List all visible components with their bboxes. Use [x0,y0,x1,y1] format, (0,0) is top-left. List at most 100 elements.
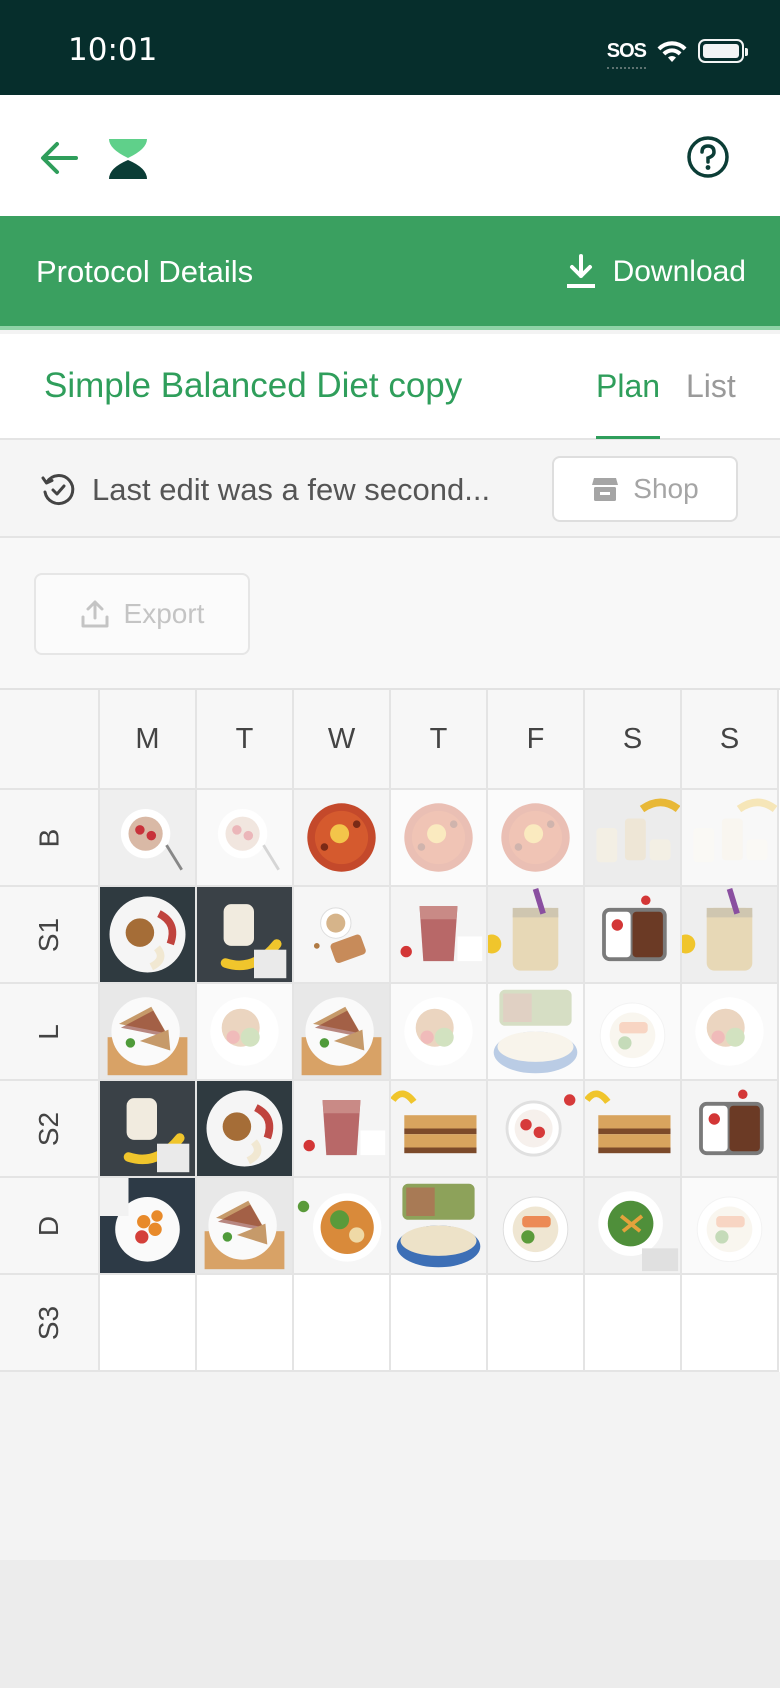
meal-photo [585,790,680,885]
meal-cell[interactable] [294,887,391,984]
meal-row-label-text: S1 [33,917,64,952]
day-header: W [294,690,391,790]
day-header: F [488,690,585,790]
meal-row-label-text: B [33,828,64,847]
meal-cell[interactable] [682,1081,779,1178]
meal-cell[interactable] [488,1081,585,1178]
meal-cell[interactable] [391,887,488,984]
meal-photo [391,887,486,982]
meal-photo [294,790,389,885]
meal-cell[interactable] [585,1178,682,1275]
meal-photo [682,790,777,885]
meal-photo [294,984,389,1079]
meal-cell[interactable] [488,984,585,1081]
day-header: S [682,690,779,790]
meal-photo [488,887,583,982]
meal-photo [682,887,777,982]
arrow-left-icon[interactable] [36,135,82,181]
meal-cell[interactable] [682,984,779,1081]
meal-cell[interactable] [488,1178,585,1275]
empty-meal-cell[interactable] [488,1275,585,1372]
empty-meal-cell[interactable] [294,1275,391,1372]
meal-cell[interactable] [294,1178,391,1275]
day-header: T [197,690,294,790]
meal-photo [585,984,680,1079]
meal-cell[interactable] [391,1178,488,1275]
shop-label: Shop [633,473,699,504]
meal-photo [100,984,195,1079]
active-tab-indicator [596,436,660,439]
meal-cell[interactable] [100,1178,197,1275]
empty-meal-cell[interactable] [100,1275,197,1372]
store-icon [592,478,619,501]
meal-cell[interactable] [197,1178,294,1275]
upload-icon [81,600,109,628]
day-header: T [391,690,488,790]
meal-cell[interactable] [100,790,197,887]
meal-cell[interactable] [391,790,488,887]
export-button[interactable]: Export [34,573,250,655]
meal-cell[interactable] [682,887,779,984]
meal-photo [488,984,583,1079]
meal-photo [391,790,486,885]
battery-icon [698,39,748,63]
export-area: Export [0,538,780,688]
meal-photo [682,1081,777,1176]
diet-title-row: Simple Balanced Diet copy Plan List [0,334,780,440]
meal-cell[interactable] [197,984,294,1081]
meal-photo [100,1178,195,1273]
meal-photo [585,887,680,982]
meal-row-label: S3 [0,1275,100,1372]
bottom-bar-area [0,1560,780,1688]
help-circle-icon[interactable] [686,135,730,179]
meal-cell[interactable] [294,984,391,1081]
meal-cell[interactable] [391,984,488,1081]
meal-cell[interactable] [488,887,585,984]
empty-meal-cell[interactable] [682,1275,779,1372]
meal-row-label-text: L [32,1023,64,1040]
meal-row-label: L [0,984,100,1081]
meal-photo [197,790,292,885]
meal-cell[interactable] [682,1178,779,1275]
meal-row-label: S1 [0,887,100,984]
meal-photo [682,984,777,1079]
meal-cell[interactable] [197,790,294,887]
meal-photo [100,790,195,885]
meal-cell[interactable] [585,984,682,1081]
meal-row-label: B [0,790,100,887]
meal-cell[interactable] [197,1081,294,1178]
meal-cell[interactable] [294,790,391,887]
meal-cell[interactable] [585,1081,682,1178]
meal-photo [197,1081,292,1176]
meal-photo [197,984,292,1079]
meal-photo [585,1081,680,1176]
diet-title: Simple Balanced Diet copy [44,366,463,405]
app-header [0,95,780,216]
meal-cell[interactable] [391,1081,488,1178]
shop-button[interactable]: Shop [552,456,738,522]
wifi-icon [657,41,687,62]
empty-meal-cell[interactable] [197,1275,294,1372]
tab-plan[interactable]: Plan [596,368,660,405]
meal-cell[interactable] [100,887,197,984]
export-label: Export [123,598,205,629]
download-icon [566,254,595,288]
meal-cell[interactable] [585,887,682,984]
meal-cell[interactable] [100,1081,197,1178]
meal-photo [488,1081,583,1176]
meal-cell[interactable] [294,1081,391,1178]
meal-cell[interactable] [100,984,197,1081]
meal-cell[interactable] [682,790,779,887]
meal-row-label-text: D [32,1215,64,1236]
meal-photo [391,1178,486,1273]
meal-cell[interactable] [585,790,682,887]
meal-cell[interactable] [197,887,294,984]
hourglass-logo-icon[interactable] [106,137,150,181]
meal-row-label: D [0,1178,100,1275]
download-button[interactable]: Download [565,250,746,294]
meal-cell[interactable] [488,790,585,887]
empty-meal-cell[interactable] [391,1275,488,1372]
empty-meal-cell[interactable] [585,1275,682,1372]
status-time: 10:01 [68,32,158,68]
tab-list[interactable]: List [686,368,736,405]
